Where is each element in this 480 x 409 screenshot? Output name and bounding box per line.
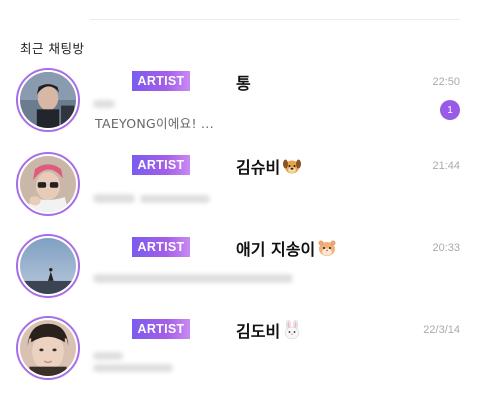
chat-row-4[interactable]: ARTIST 김도비 22/3/14 [0, 316, 480, 400]
top-divider [90, 19, 460, 20]
blurred-preview [93, 352, 123, 360]
avatar [20, 72, 76, 128]
chat-name: 김도비 [236, 318, 302, 342]
avatar-ring [16, 68, 80, 132]
blurred-preview [93, 364, 173, 372]
artist-badge: ARTIST [132, 155, 190, 175]
blurred-preview [140, 195, 210, 203]
chat-name-text: 통 [236, 74, 251, 93]
chat-row-3[interactable]: ARTIST 애기 지송이 20:33 [0, 234, 480, 318]
chat-time: 22:50 [432, 76, 460, 88]
chat-name: 김슈비 [236, 154, 302, 178]
avatar-ring [16, 234, 80, 298]
avatar-ring [16, 152, 80, 216]
hamster-face-icon [317, 238, 337, 258]
unread-count-badge: 1 [440, 100, 460, 120]
chat-name: 통 [236, 70, 251, 94]
chat-name-text: 김슈비 [236, 158, 281, 177]
chat-name: 애기 지송이 [236, 236, 337, 260]
avatar [20, 238, 76, 294]
chat-time: 21:44 [432, 160, 460, 172]
message-preview: TAEYONG이에요! ... [95, 116, 214, 131]
chat-row-1[interactable]: ARTIST 통 22:50 TAEYONG이에요! ... 1 [0, 68, 480, 152]
blurred-preview [93, 100, 115, 108]
artist-badge: ARTIST [132, 71, 190, 91]
chat-name-text: 애기 지송이 [236, 240, 316, 259]
avatar [20, 156, 76, 212]
rabbit-face-icon [282, 319, 302, 340]
avatar-ring [16, 316, 80, 380]
chat-time: 20:33 [432, 242, 460, 254]
artist-badge: ARTIST [132, 237, 190, 257]
chat-time: 22/3/14 [423, 324, 460, 336]
chat-row-2[interactable]: ARTIST 김슈비 21:44 [0, 152, 480, 236]
section-title: 최근 채팅방 [20, 41, 85, 56]
dog-face-icon [282, 156, 302, 176]
chat-name-text: 김도비 [236, 322, 281, 341]
blurred-preview [93, 274, 293, 283]
avatar [20, 320, 76, 376]
blurred-preview [93, 194, 135, 203]
artist-badge: ARTIST [132, 319, 190, 339]
